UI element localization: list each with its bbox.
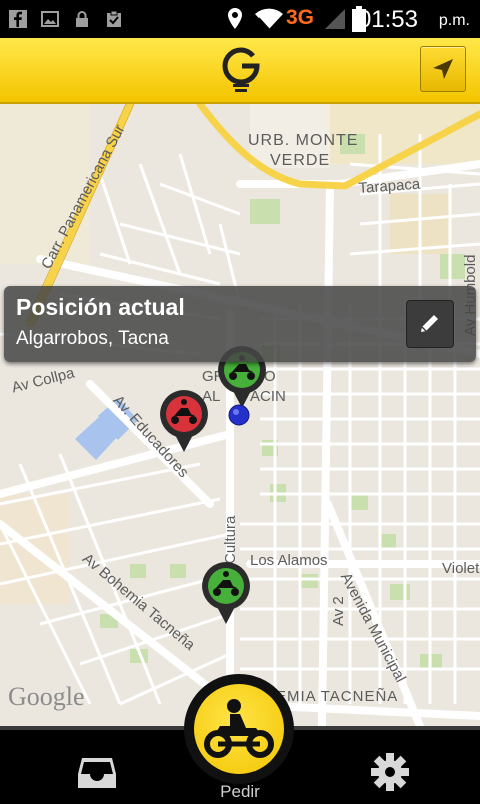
current-position-panel: Posición actual Algarrobos, Tacna bbox=[4, 286, 476, 362]
clock-time: 01:53 bbox=[357, 6, 418, 33]
navigation-arrow-icon bbox=[433, 59, 453, 79]
pedir-button[interactable] bbox=[184, 674, 294, 784]
map-label-bohemia-h: EMIA TACNEÑA bbox=[276, 688, 399, 705]
wifi-icon bbox=[255, 8, 283, 30]
map-label-verde: VERDE bbox=[270, 152, 331, 169]
clock-ampm: p.m. bbox=[438, 12, 470, 29]
pedir-label: Pedir bbox=[220, 782, 260, 801]
gear-icon[interactable] bbox=[370, 752, 410, 792]
facebook-icon bbox=[9, 10, 27, 28]
inbox-icon[interactable] bbox=[78, 754, 116, 790]
google-attribution: Google bbox=[8, 682, 85, 711]
panel-title: Posición actual bbox=[16, 294, 185, 320]
network-type: 3G bbox=[286, 6, 315, 29]
lock-icon bbox=[76, 11, 88, 27]
app-bar bbox=[0, 38, 480, 104]
map-view[interactable]: URB. MONTE VERDE Tarapaca Carr. Panameri… bbox=[0, 104, 480, 726]
map-label-alamos: Los Alamos bbox=[250, 552, 328, 569]
pencil-icon bbox=[421, 315, 438, 332]
moto-marker-busy[interactable] bbox=[158, 388, 210, 454]
current-location-dot bbox=[228, 404, 250, 426]
map-label-violet: Violet bbox=[442, 560, 480, 577]
edit-location-button[interactable] bbox=[406, 300, 454, 348]
status-bar: 3G 01:53 p.m. bbox=[0, 0, 480, 38]
moto-marker-available[interactable] bbox=[200, 560, 252, 626]
map-label-urb: URB. MONTE bbox=[248, 132, 359, 149]
map-label-av2: Av 2 bbox=[330, 596, 347, 626]
motorcycle-icon bbox=[204, 699, 274, 758]
location-pin-icon bbox=[228, 8, 242, 29]
g-bulb-logo bbox=[222, 47, 260, 92]
map-label-cultura: Cultura bbox=[222, 515, 239, 564]
panel-address: Algarrobos, Tacna bbox=[16, 328, 169, 349]
my-location-button[interactable] bbox=[420, 46, 466, 92]
signal-icon bbox=[325, 9, 345, 29]
pedir-button-face[interactable] bbox=[194, 684, 284, 774]
clipboard-check-icon bbox=[107, 10, 121, 27]
image-icon bbox=[41, 11, 59, 27]
